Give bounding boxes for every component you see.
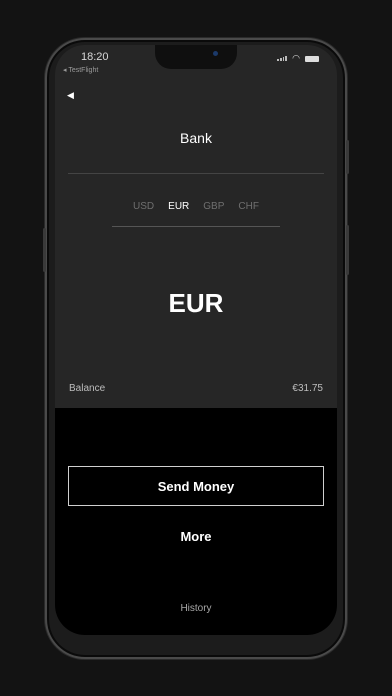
page-title: Bank [180, 130, 212, 146]
status-time: 18:20 [81, 51, 109, 63]
camera-icon [213, 51, 218, 56]
selected-currency: EUR [168, 288, 224, 318]
back-arrow-icon[interactable]: ◀ [67, 88, 81, 102]
tabs-divider [112, 226, 280, 227]
battery-icon [305, 55, 319, 62]
tab-chf[interactable]: CHF [238, 201, 259, 212]
signal-icon [277, 56, 288, 61]
send-money-button[interactable]: Send Money [68, 466, 324, 506]
balance-value: €31.75 [292, 383, 323, 394]
side-button [346, 225, 349, 275]
tab-gbp[interactable]: GBP [203, 201, 224, 212]
more-button[interactable]: More [55, 529, 337, 544]
tab-usd[interactable]: USD [133, 201, 154, 212]
action-panel: Send Money More History [55, 408, 337, 635]
history-link[interactable]: History [55, 603, 337, 614]
power-button [346, 140, 349, 174]
status-icons: ◠ [277, 54, 319, 63]
notch [155, 45, 237, 69]
currency-tabs: USD EUR GBP CHF [55, 201, 337, 212]
header-divider [68, 173, 324, 174]
app-screen: 18:20 ◂ TestFlight ◠ ◀ Bank USD EUR GBP … [55, 45, 337, 635]
volume-button [43, 228, 46, 272]
tab-eur[interactable]: EUR [168, 201, 189, 212]
wifi-icon: ◠ [292, 53, 300, 63]
back-to-app-link[interactable]: ◂ TestFlight [63, 66, 98, 74]
balance-label: Balance [69, 383, 106, 394]
